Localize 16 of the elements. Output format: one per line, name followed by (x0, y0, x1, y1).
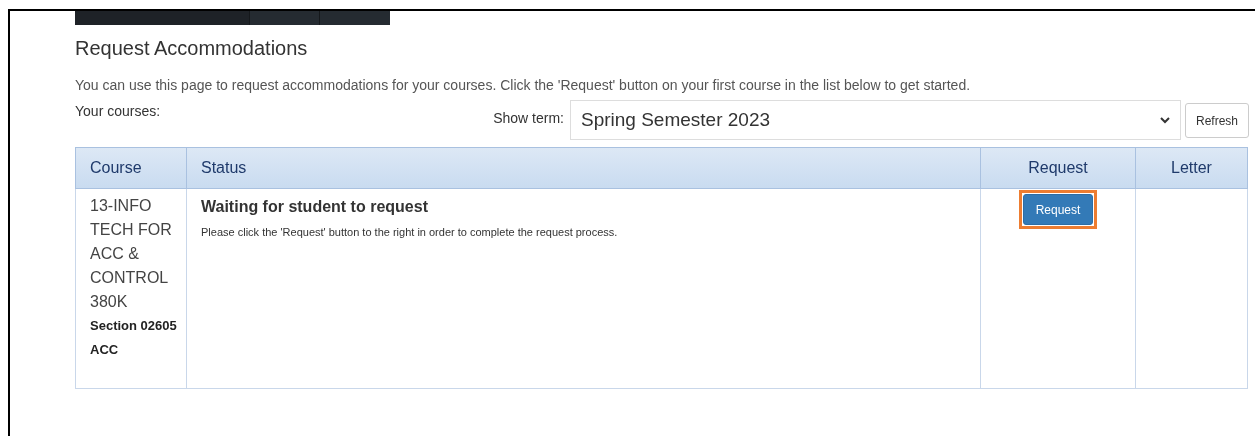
status-note: Please click the 'Request' button to the right in order to complete the request process. (201, 225, 618, 240)
status-title: Waiting for student to request (201, 197, 428, 217)
column-header: Letter (1135, 147, 1248, 189)
request-button[interactable]: Request (1022, 194, 1094, 225)
term-label: Show term: (493, 109, 564, 128)
page-title: Request Accommodations (75, 36, 308, 61)
intro-text: You can use this page to request accommodations for your courses. Click the 'Request' button on your first course in the list below to get started. (75, 76, 971, 94)
courses-label: Your courses: (75, 102, 161, 121)
column-header: Course (75, 147, 187, 189)
term-select[interactable]: Spring Semester 2023 (569, 100, 1181, 140)
refresh-button[interactable]: Refresh (1184, 103, 1249, 138)
column-header: Status (186, 147, 981, 189)
chevron-down-icon (1159, 116, 1170, 124)
section-label: Section 02605 ACC (90, 317, 178, 359)
course-name: 13-INFO TECH FOR ACC & CONTROL 380K (90, 196, 173, 312)
column-header: Request (980, 147, 1136, 189)
